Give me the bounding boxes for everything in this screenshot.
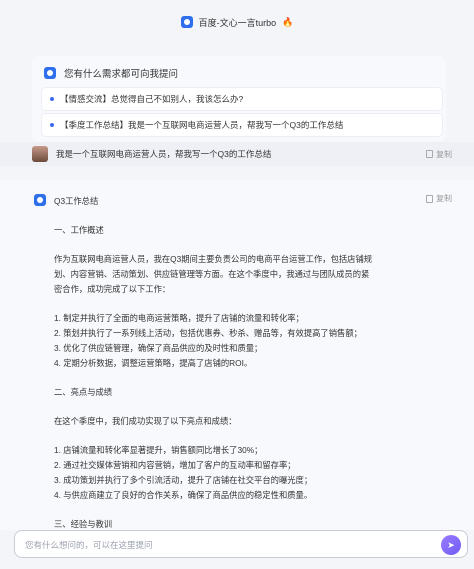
send-button[interactable]: ➤ bbox=[441, 535, 461, 555]
assistant-answer: 复制 Q3工作总结 一、工作概述作为互联网电商运营人员，我在Q3期间主要负责公司的… bbox=[0, 180, 474, 530]
fire-icon: 🔥 bbox=[282, 16, 294, 27]
answer-line: 4. 定期分析数据，调整运营策略，提高了店铺的ROI。 bbox=[54, 358, 253, 368]
suggestion-card: 您有什么需求都可向我提问 【情感交流】总觉得自己不如别人，我该怎么办? 【季度工… bbox=[32, 56, 446, 142]
app-title: 百度-文心一言turbo bbox=[198, 17, 277, 28]
chat-input-bar: ➤ bbox=[14, 530, 468, 558]
copy-label: 复制 bbox=[436, 194, 452, 203]
ernie-logo-icon bbox=[180, 16, 193, 28]
bullet-icon bbox=[50, 97, 54, 101]
answer-line: 二、亮点与成绩 bbox=[54, 387, 113, 397]
answer-line: Q3工作总结 bbox=[54, 196, 99, 206]
answer-line: 4. 与供应商建立了良好的合作关系，确保了商品供应的稳定性和质量。 bbox=[54, 490, 313, 500]
send-icon: ➤ bbox=[447, 539, 455, 550]
answer-line: 3. 优化了供应链管理，确保了商品供应的及时性和质量； bbox=[54, 343, 263, 353]
copy-icon bbox=[426, 150, 433, 158]
answer-line: 作为互联网电商运营人员，我在Q3期间主要负责公司的电商平台运营工作，包括店铺规 bbox=[54, 254, 373, 264]
answer-line: 2. 通过社交媒体营销和内容营销，增加了客户的互动率和留存率； bbox=[54, 460, 296, 470]
bullet-icon bbox=[50, 123, 54, 127]
user-message: 我是一个互联网电商运营人员，帮我写一个Q3的工作总结 复制 bbox=[0, 142, 474, 166]
answer-content: Q3工作总结 一、工作概述作为互联网电商运营人员，我在Q3期间主要负责公司的电商平… bbox=[54, 194, 414, 532]
answer-line: 3. 成功策划并执行了多个引流活动，提升了店铺在社交平台的曝光度； bbox=[54, 475, 313, 485]
answer-line: 划、内容营销、活动策划、供应链管理等方面。在这个季度中，我通过与团队成员的紧 bbox=[54, 269, 370, 279]
answer-line: 1. 店铺流量和转化率显著提升，销售额同比增长了30%； bbox=[54, 445, 263, 455]
suggestion-title: 您有什么需求都可向我提问 bbox=[64, 69, 179, 80]
copy-button[interactable]: 复制 bbox=[426, 149, 452, 160]
answer-line: 一、工作概述 bbox=[54, 225, 104, 235]
answer-line: 2. 策划并执行了一系列线上活动，包括优惠券、秒杀、赠品等，有效提高了销售额； bbox=[54, 328, 362, 338]
app-header: 百度-文心一言turbo 🔥 bbox=[0, 0, 474, 44]
question-input[interactable] bbox=[25, 537, 405, 553]
suggestion-text: 【季度工作总结】我是一个互联网电商运营人员，帮我写一个Q3的工作总结 bbox=[60, 120, 344, 130]
answer-line: 1. 制定并执行了全面的电商运营策略，提升了店铺的流量和转化率； bbox=[54, 313, 304, 323]
ernie-logo-icon bbox=[44, 67, 56, 79]
suggestion-item[interactable]: 【季度工作总结】我是一个互联网电商运营人员，帮我写一个Q3的工作总结 bbox=[42, 114, 442, 136]
suggestion-header: 您有什么需求都可向我提问 bbox=[44, 66, 178, 80]
answer-line: 在这个季度中，我们成功实现了以下亮点和成绩： bbox=[54, 416, 237, 426]
copy-label: 复制 bbox=[436, 149, 452, 159]
answer-line: 密合作，成功完成了以下工作： bbox=[54, 284, 171, 294]
copy-button[interactable]: 复制 bbox=[426, 193, 452, 204]
suggestion-item[interactable]: 【情感交流】总觉得自己不如别人，我该怎么办? bbox=[42, 88, 442, 110]
user-avatar bbox=[32, 146, 48, 162]
ernie-logo-icon bbox=[34, 194, 46, 206]
copy-icon bbox=[426, 194, 433, 203]
suggestion-text: 【情感交流】总觉得自己不如别人，我该怎么办? bbox=[60, 94, 244, 104]
user-message-text: 我是一个互联网电商运营人员，帮我写一个Q3的工作总结 bbox=[56, 149, 272, 159]
